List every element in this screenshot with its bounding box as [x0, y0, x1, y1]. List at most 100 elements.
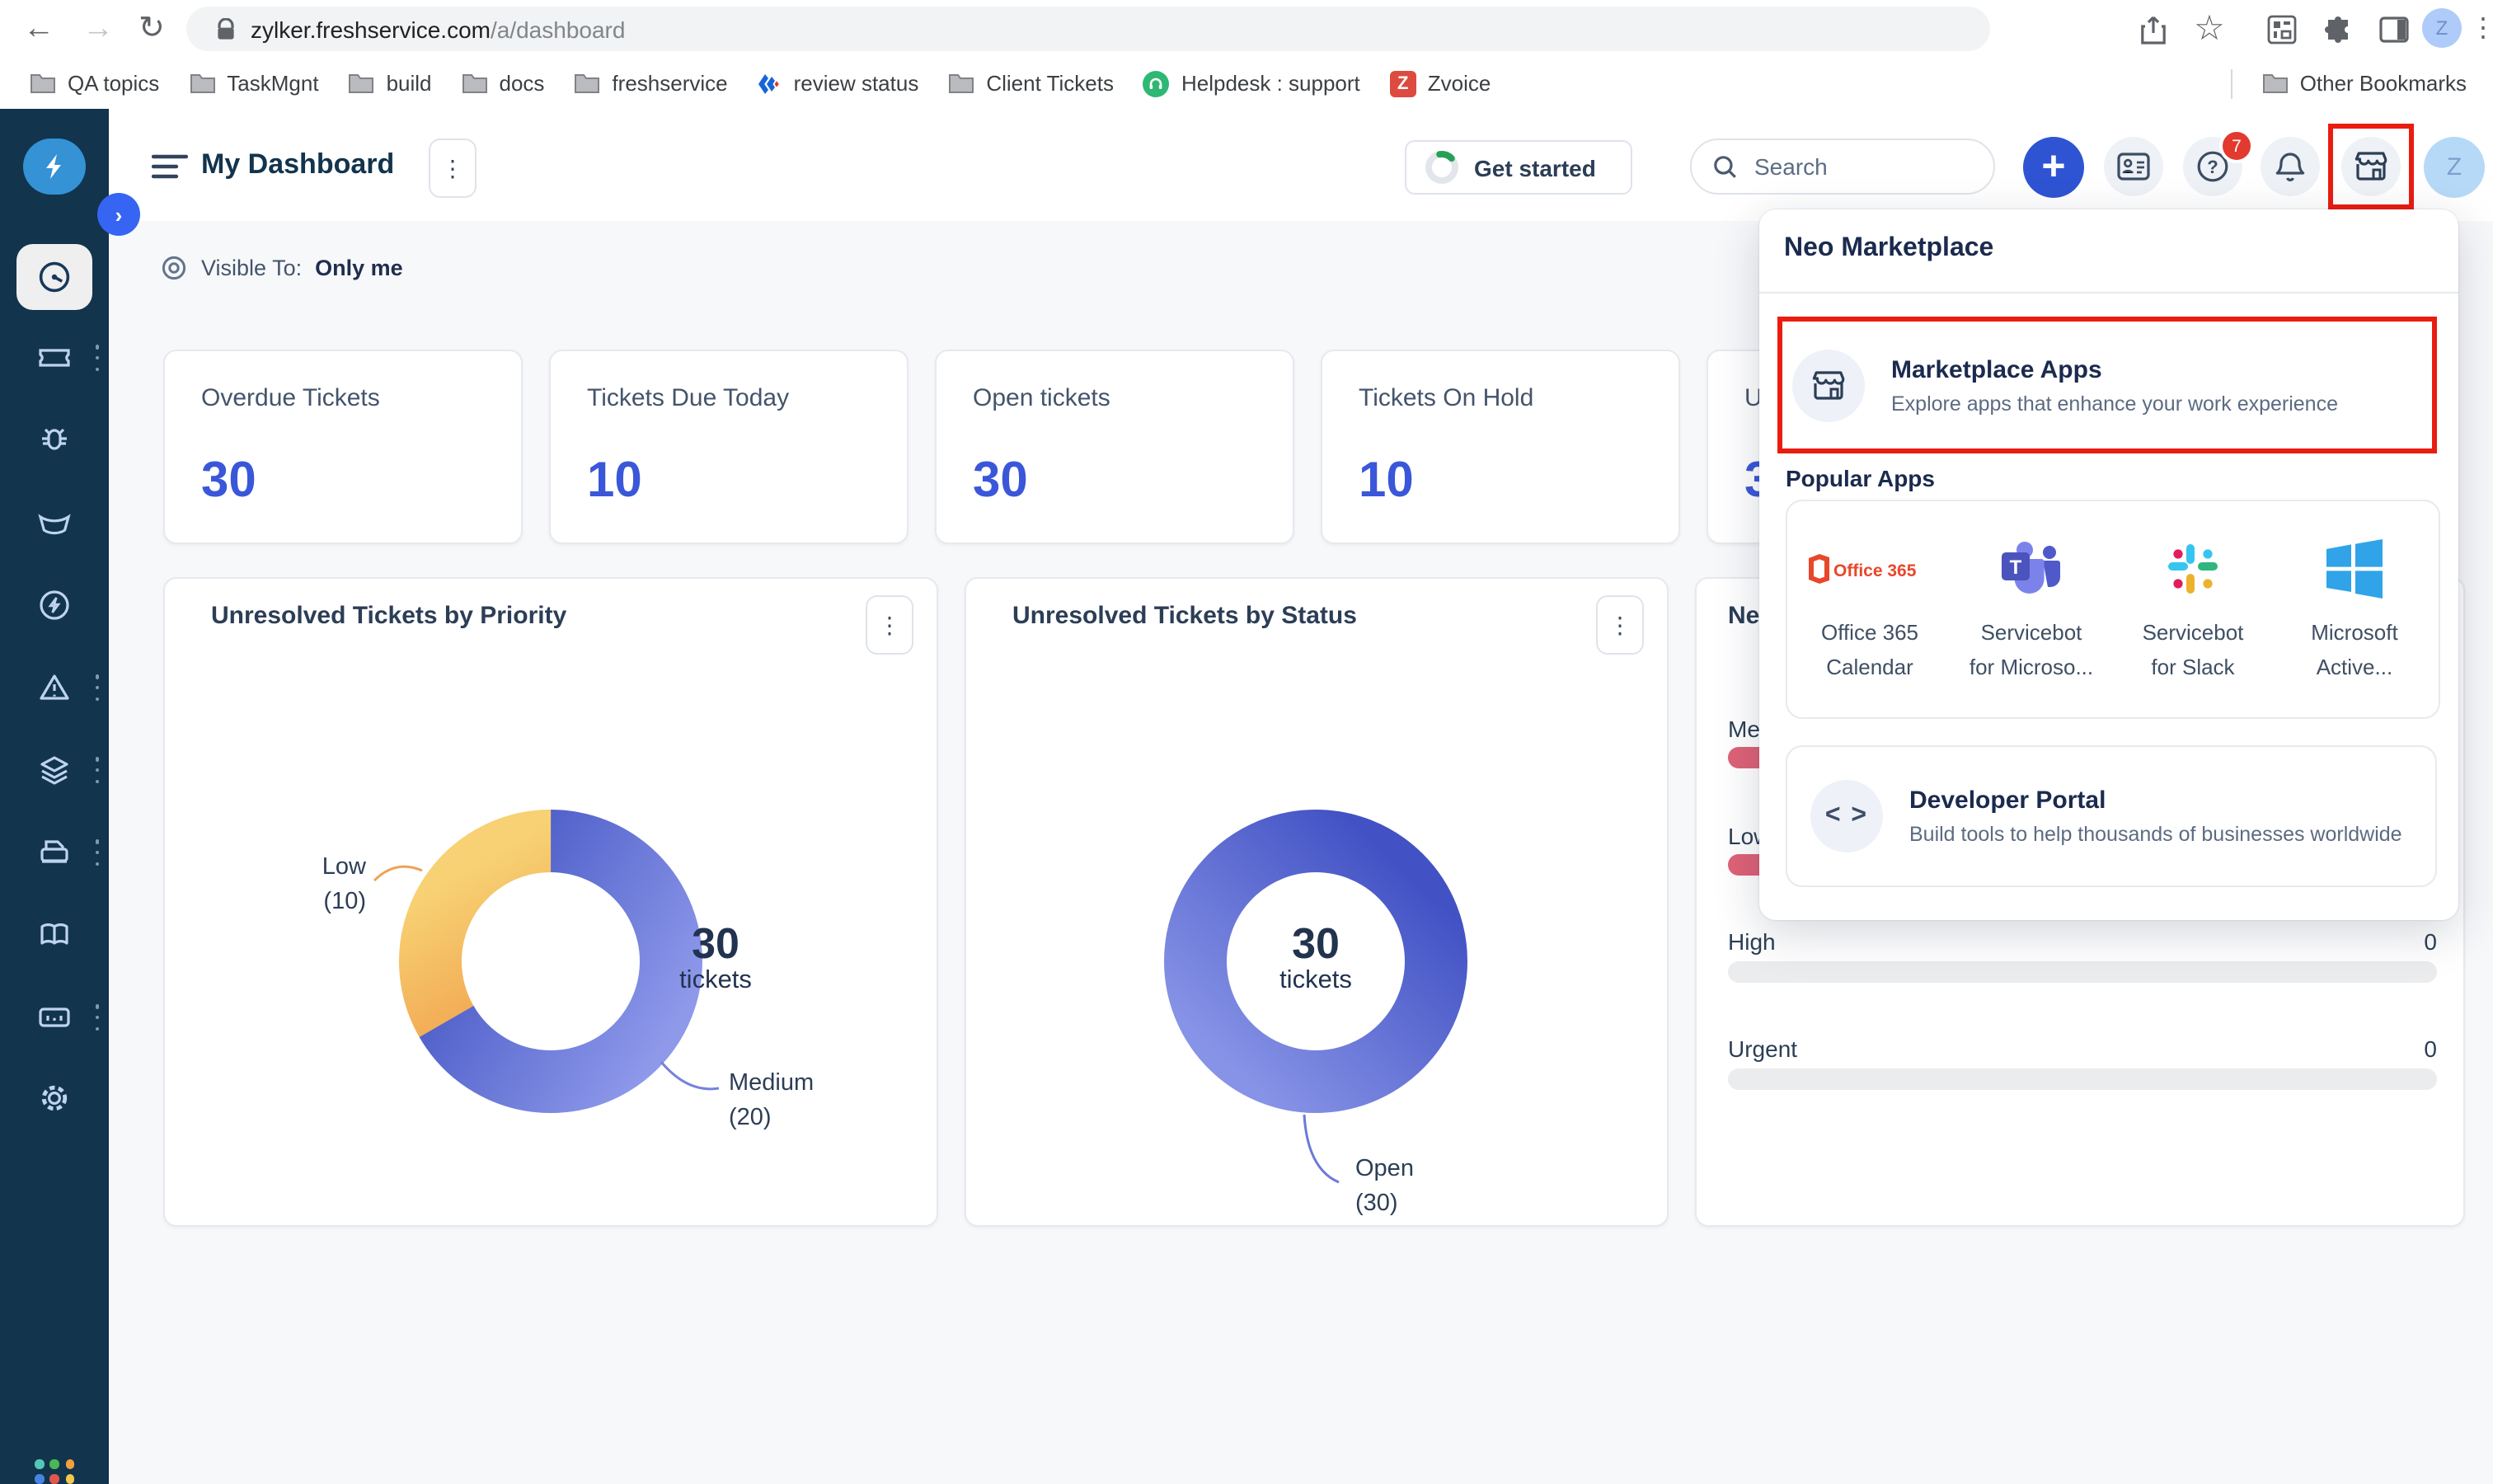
help-button[interactable]: ? 7 [2183, 137, 2242, 196]
bar-chart-icon [35, 998, 74, 1037]
office365-icon: Office 365 [1805, 521, 1934, 617]
sidebar-expand-button[interactable]: › [97, 193, 140, 236]
sidebar-services-overflow-icon[interactable] [91, 757, 104, 783]
slack-icon [2165, 521, 2221, 617]
sidebar-item-alerts[interactable] [18, 658, 91, 717]
folder-icon [574, 73, 600, 94]
printer-document-icon [35, 833, 74, 872]
page-title: My Dashboard [201, 148, 394, 181]
sidebar-item-services[interactable] [18, 740, 91, 800]
browser-menu-icon[interactable]: ⋮ [2470, 0, 2493, 58]
sidebar-item-analytics[interactable] [18, 988, 91, 1047]
url-text: zylker.freshservice.com/a/dashboard [251, 16, 625, 42]
app-office365-calendar[interactable]: Office 365 Office 365Calendar [1791, 501, 1949, 717]
app-servicebot-teams[interactable]: T Servicebotfor Microso... [1952, 501, 2110, 717]
extensions-puzzle-icon[interactable] [2310, 0, 2366, 58]
review-status-icon [758, 72, 782, 95]
sidebar-item-settings[interactable] [18, 1068, 91, 1128]
bookmark-review-status[interactable]: review status [758, 71, 919, 96]
browser-profile-avatar[interactable]: Z [2422, 8, 2462, 48]
folder-icon [948, 73, 974, 94]
contact-card-icon [2117, 152, 2150, 181]
office365-wordmark: Office 365 [1833, 561, 1917, 580]
get-started-button[interactable]: Get started [1405, 140, 1632, 195]
svg-text:T: T [2010, 556, 2022, 579]
status-label-open: Open(30) [1355, 1153, 1414, 1222]
bell-icon [2274, 149, 2307, 184]
freshworks-logo[interactable] [23, 139, 86, 195]
marketplace-button[interactable] [2341, 137, 2401, 196]
storefront-icon [2353, 150, 2389, 183]
bookmark-taskmgnt[interactable]: TaskMgnt [189, 71, 318, 96]
forward-icon[interactable]: → [82, 0, 114, 58]
folder-icon [462, 73, 488, 94]
code-icon: < > [1810, 780, 1883, 852]
search-container [1690, 139, 1995, 195]
help-badge: 7 [2219, 129, 2254, 163]
new-item-button[interactable]: + [2023, 137, 2084, 198]
sidebar-item-contracts[interactable] [18, 823, 91, 882]
sidebar-analytics-overflow-icon[interactable] [91, 1004, 104, 1031]
neo-marketplace-popup: Neo Marketplace Marketplace Apps Explore… [1759, 209, 2458, 920]
agent-switcher-button[interactable] [2104, 137, 2163, 196]
screen: ← → ↻ zylker.freshservice.com/a/dashboar… [0, 0, 2493, 1484]
stat-card-overdue[interactable]: Overdue Tickets 30 [163, 350, 523, 544]
layers-icon [35, 750, 74, 790]
popup-divider [1759, 292, 2458, 294]
sidebar-item-tickets[interactable] [18, 328, 91, 387]
dashboard-icon [35, 257, 74, 297]
microsoft-icon [2323, 521, 2386, 617]
chart-card-status: Unresolved Tickets by Status ⋮ 30 ticket… [965, 577, 1669, 1227]
sidebar-item-problems[interactable] [18, 411, 91, 470]
dashboard-list-icon[interactable] [152, 153, 188, 188]
reload-icon[interactable]: ↻ [138, 0, 165, 58]
user-avatar[interactable]: Z [2424, 137, 2485, 198]
bookmark-zvoice[interactable]: Z Zvoice [1390, 70, 1491, 96]
search-input[interactable] [1751, 152, 1955, 181]
bookmark-star-icon[interactable]: ☆ [2181, 0, 2237, 58]
bookmark-client-tickets[interactable]: Client Tickets [948, 71, 1114, 96]
popup-title: Neo Marketplace [1784, 234, 1993, 264]
share-icon[interactable] [2125, 0, 2181, 58]
address-bar[interactable]: zylker.freshservice.com/a/dashboard [186, 7, 1990, 51]
qr-extension-icon[interactable] [2254, 0, 2310, 58]
bookmarks-bar: QA topics TaskMgnt build docs freshservi… [0, 58, 2493, 110]
lock-icon [216, 17, 236, 40]
bookmark-build[interactable]: build [349, 71, 432, 96]
popular-apps-card: Office 365 Office 365Calendar T Serviceb… [1786, 500, 2440, 719]
bookmark-helpdesk-support[interactable]: Helpdesk : support [1143, 70, 1360, 96]
alert-triangle-icon [35, 668, 74, 707]
priority-label-low: Low(10) [247, 851, 366, 920]
book-icon [35, 915, 74, 955]
stat-card-on-hold[interactable]: Tickets On Hold 10 [1321, 350, 1680, 544]
sidebar-item-releases[interactable] [18, 575, 91, 635]
side-panel-icon[interactable] [2366, 0, 2422, 58]
other-bookmarks[interactable]: Other Bookmarks [2262, 71, 2467, 96]
sidebar-item-dashboard[interactable] [16, 244, 92, 310]
visibility-row: Visible To: Only me [160, 256, 403, 280]
gear-icon [35, 1078, 74, 1118]
app-microsoft-active[interactable]: MicrosoftActive... [2275, 501, 2434, 717]
sidebar-contracts-overflow-icon[interactable] [91, 839, 104, 866]
stat-card-open[interactable]: Open tickets 30 [935, 350, 1294, 544]
bookmarks-separator [2231, 68, 2232, 98]
sidebar-tickets-overflow-icon[interactable] [91, 345, 104, 371]
stat-card-due-today[interactable]: Tickets Due Today 10 [549, 350, 908, 544]
sidebar-item-solutions[interactable] [18, 905, 91, 965]
sidebar-item-changes[interactable] [18, 493, 91, 552]
app-servicebot-slack[interactable]: Servicebotfor Slack [2114, 501, 2272, 717]
developer-portal-item[interactable]: < > Developer Portal Build tools to help… [1786, 745, 2437, 887]
folder-icon [30, 73, 56, 94]
bookmark-freshservice[interactable]: freshservice [574, 71, 727, 96]
notifications-button[interactable] [2261, 137, 2320, 196]
visibility-value[interactable]: Only me [315, 256, 403, 280]
bookmark-qa-topics[interactable]: QA topics [30, 71, 159, 96]
app-switcher-icon[interactable] [35, 1459, 76, 1484]
back-icon[interactable]: ← [23, 0, 54, 58]
marketplace-apps-item[interactable]: Marketplace Apps Explore apps that enhan… [1777, 318, 2437, 452]
browser-toolbar: ← → ↻ zylker.freshservice.com/a/dashboar… [0, 0, 2493, 58]
bookmark-docs[interactable]: docs [462, 71, 545, 96]
bolt-icon [40, 152, 69, 181]
dashboard-menu-button[interactable]: ⋮ [429, 139, 477, 198]
sidebar-alerts-overflow-icon[interactable] [91, 674, 104, 701]
